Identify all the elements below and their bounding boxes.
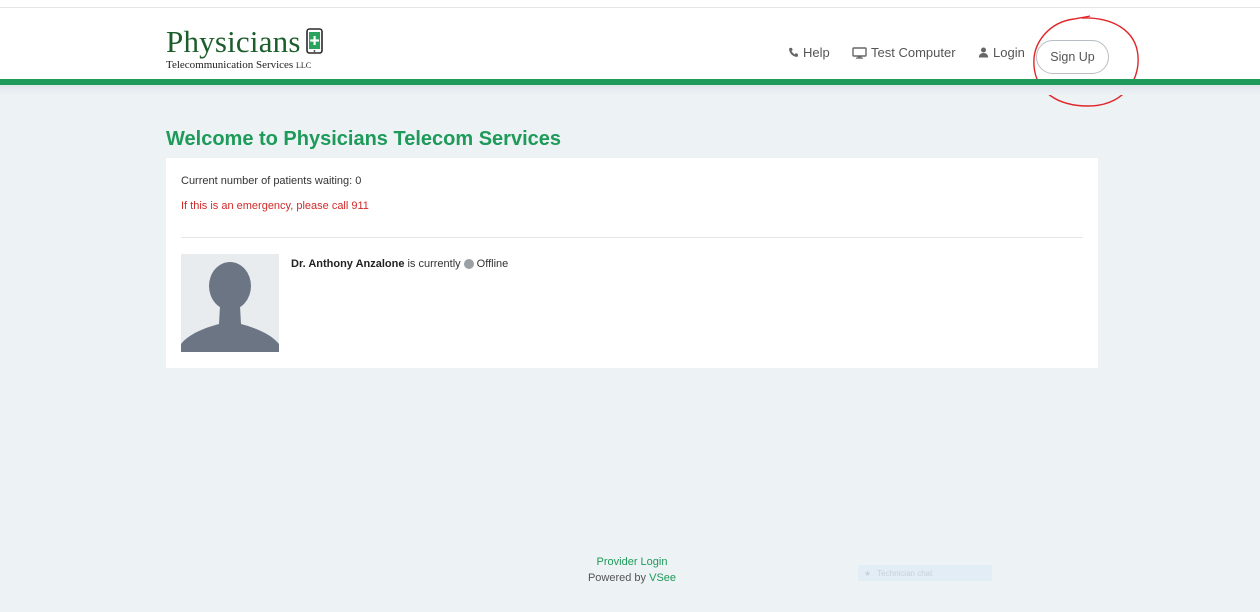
provider-name: Dr. Anthony Anzalone — [291, 258, 405, 270]
avatar — [181, 254, 279, 352]
chat-widget[interactable]: ★ Technician chat — [858, 565, 992, 581]
header-shadow — [0, 85, 1260, 95]
chat-widget-icon: ★ — [864, 568, 872, 578]
divider — [181, 237, 1083, 238]
powered-by-text: Powered by — [587, 572, 647, 584]
user-icon — [978, 47, 989, 58]
nav-test-computer[interactable]: Test Computer — [852, 45, 956, 60]
logo-llc: LLC — [295, 61, 312, 70]
nav-help-label: Help — [803, 45, 830, 60]
phone-plus-icon — [306, 28, 323, 54]
logo-subtitle: Telecommunication Services LLC — [166, 59, 366, 72]
logo-title: Physicians — [166, 24, 301, 59]
nav-login[interactable]: Login — [978, 45, 1025, 60]
nav-test-computer-label: Test Computer — [871, 45, 956, 60]
nav-login-label: Login — [993, 45, 1025, 60]
emergency-notice: If this is an emergency, please call 911 — [181, 200, 369, 212]
vsee-link[interactable]: VSee — [649, 572, 676, 584]
person-silhouette-icon — [181, 254, 279, 352]
waiting-room-card: Current number of patients waiting: 0 If… — [166, 158, 1098, 368]
provider-status-value: Offline — [476, 258, 509, 270]
powered-by: Powered by VSee — [0, 572, 1260, 584]
provider-login-link[interactable]: Provider Login — [0, 556, 1260, 568]
provider-status-prefix: is currently — [407, 258, 461, 270]
site-header: Physicians Telecommunication Services LL… — [0, 8, 1260, 107]
phone-icon — [789, 47, 798, 57]
top-strip — [0, 0, 1260, 8]
logo-subtitle-text: Telecommunication Services — [166, 59, 294, 71]
page-title: Welcome to Physicians Telecom Services — [166, 128, 561, 150]
patients-waiting-text: Current number of patients waiting: 0 — [181, 175, 362, 187]
sign-up-button[interactable]: Sign Up — [1036, 40, 1109, 74]
monitor-icon — [852, 46, 867, 59]
chat-widget-label: Technician chat — [877, 568, 933, 578]
nav-help[interactable]: Help — [788, 45, 830, 60]
provider-status: Dr. Anthony Anzalone is currently Offlin… — [291, 258, 508, 270]
status-dot-icon — [463, 259, 474, 269]
logo[interactable]: Physicians Telecommunication Services LL… — [166, 26, 366, 82]
